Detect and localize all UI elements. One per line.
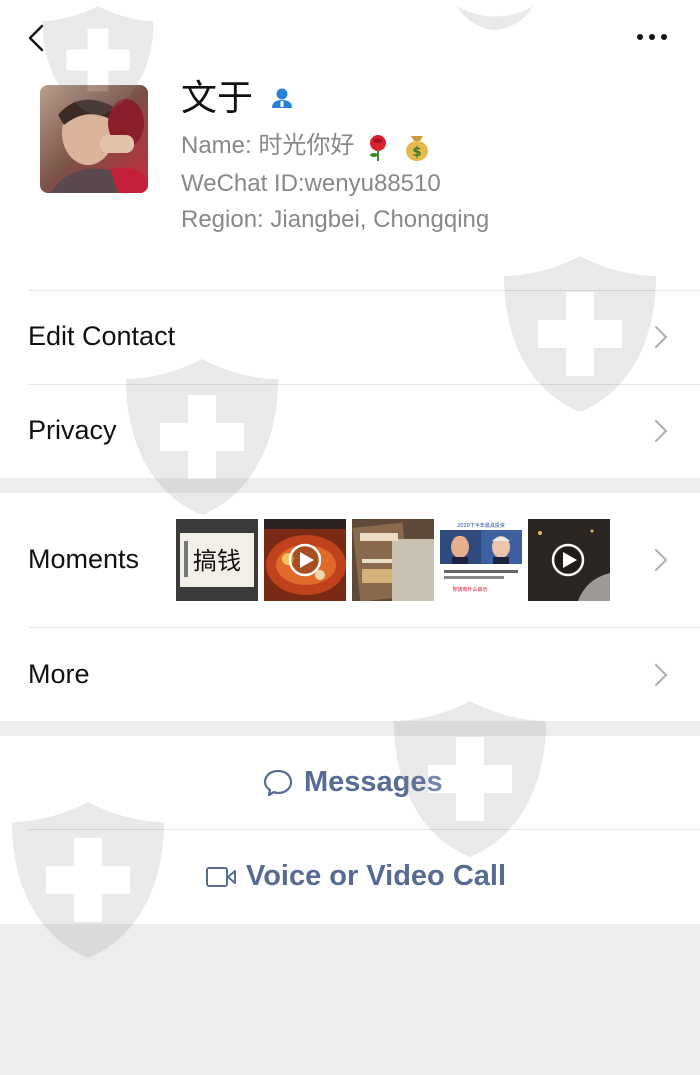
chevron-right-icon	[654, 663, 668, 687]
edit-contact-label: Edit Contact	[28, 321, 176, 351]
moments-label: Moments	[28, 544, 140, 574]
contact-name-line: Name: 时光你好 $	[181, 130, 432, 162]
more-label: More	[28, 659, 90, 689]
region: Region: Jiangbei, Chongqing	[181, 206, 490, 233]
calligraphy-text: 搞钱	[193, 547, 241, 575]
wechat-id: WeChat ID:wenyu88510	[181, 170, 441, 197]
more-options-icon[interactable]	[630, 22, 674, 52]
more-row[interactable]: More	[0, 627, 700, 721]
contact-nickname: 文于	[181, 77, 254, 118]
divider	[28, 829, 700, 830]
chevron-right-icon	[654, 325, 668, 349]
profile-header: 文于 Name: 时光你好 $ WeChat ID:wenyu88510 Reg…	[0, 0, 700, 290]
messages-label: Messages	[304, 766, 443, 798]
moment-thumbnail-books[interactable]	[352, 519, 434, 601]
svg-text:$: $	[412, 145, 421, 160]
moment-thumbnail-hotpot-video[interactable]	[264, 519, 346, 601]
voice-video-call-button[interactable]: Voice or Video Call	[0, 829, 700, 924]
divider	[28, 384, 700, 385]
moment-thumbnail-calligraphy[interactable]: 搞钱	[176, 519, 258, 601]
divider	[28, 627, 700, 628]
call-label: Voice or Video Call	[246, 860, 507, 892]
contact-name: Name: 时光你好	[181, 132, 355, 159]
moment-thumbnail-night-video[interactable]	[528, 519, 610, 601]
privacy-label: Privacy	[28, 415, 117, 445]
contact-person-icon	[272, 88, 292, 108]
news-subtext: 你该有什么启示	[452, 586, 487, 593]
privacy-row[interactable]: Privacy	[0, 384, 700, 478]
news-headline: 2020下半年最具投资	[457, 522, 505, 529]
chevron-right-icon	[654, 419, 668, 443]
call-content: Voice or Video Call	[205, 860, 506, 893]
messages-content: Messages	[262, 766, 443, 799]
edit-contact-row[interactable]: Edit Contact	[0, 290, 700, 384]
divider	[28, 290, 700, 291]
messages-button[interactable]: Messages	[0, 736, 700, 829]
video-camera-icon	[206, 866, 236, 887]
chat-bubble-icon	[263, 769, 293, 796]
back-arrow-icon[interactable]	[24, 20, 52, 56]
money-bag-emoji-icon: $	[405, 135, 428, 161]
chevron-right-icon	[654, 548, 668, 572]
avatar[interactable]	[40, 85, 148, 193]
moment-thumbnail-news[interactable]: 2020下半年最具投资 你该有什么启示	[440, 519, 522, 601]
rose-emoji-icon	[370, 134, 387, 161]
